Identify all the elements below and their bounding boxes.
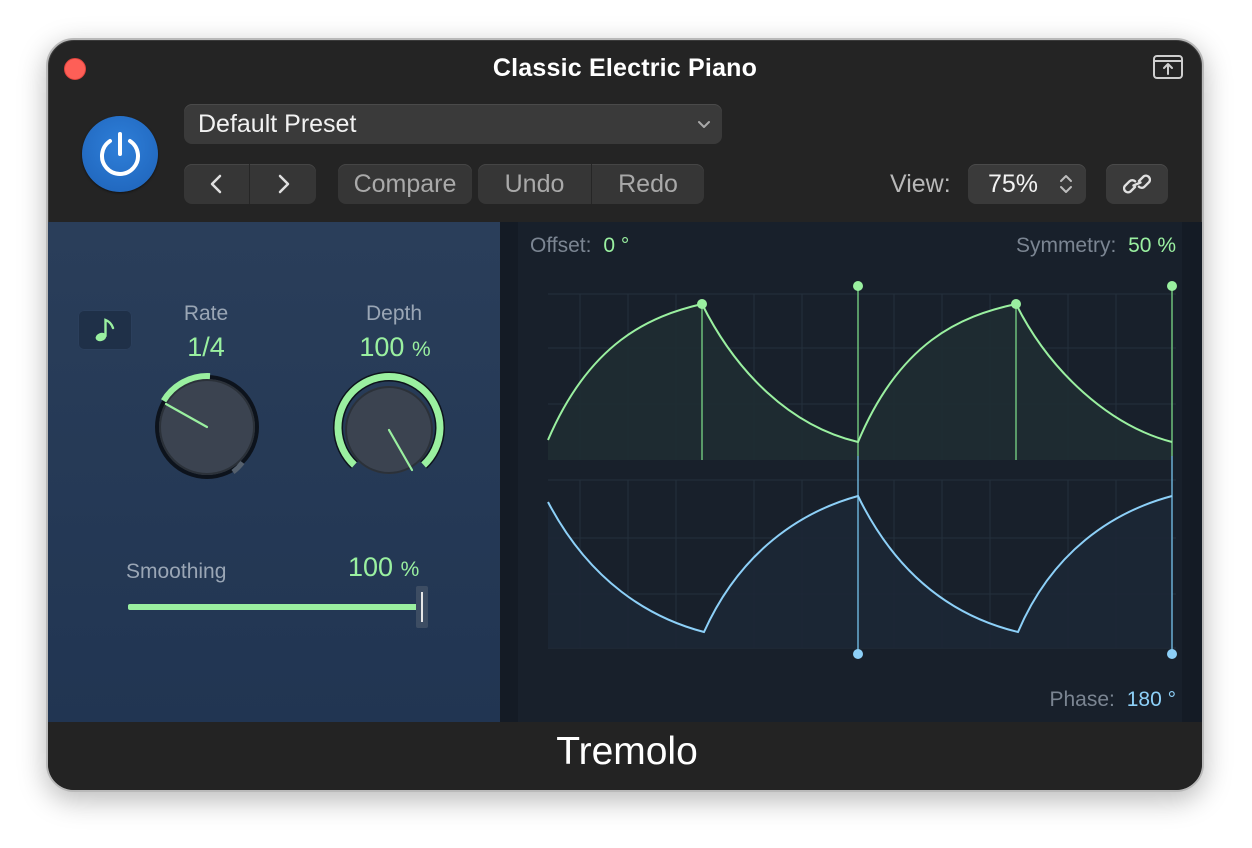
- rate-label: Rate: [183, 302, 229, 325]
- preset-dropdown[interactable]: Default Preset: [184, 104, 722, 144]
- symmetry-readout[interactable]: Symmetry: 50 %: [1016, 234, 1176, 258]
- offset-readout[interactable]: Offset: 0 °: [530, 234, 629, 258]
- view-label: View:: [890, 170, 951, 198]
- smoothing-label: Smoothing: [126, 560, 227, 583]
- depth-knob[interactable]: [324, 364, 454, 494]
- chevron-left-icon: [210, 174, 222, 194]
- rate-knob[interactable]: [142, 362, 272, 492]
- link-button[interactable]: [1106, 164, 1168, 204]
- stepper-icon: [1060, 175, 1072, 193]
- tempo-sync-button[interactable]: [78, 310, 132, 350]
- window-title: Classic Electric Piano: [492, 54, 758, 82]
- power-icon: [100, 132, 140, 176]
- power-button[interactable]: [82, 116, 158, 192]
- depth-value-display: 100 %: [334, 332, 456, 363]
- depth-unit: %: [411, 338, 431, 361]
- chevron-down-icon: [698, 121, 710, 128]
- offset-value: 0 °: [603, 234, 630, 257]
- chevron-right-icon: [278, 174, 290, 194]
- plugin-window: Classic Electric Piano Default Preset Co…: [46, 38, 1204, 792]
- symmetry-label: Symmetry:: [1015, 234, 1117, 257]
- phase-value: 180 °: [1126, 688, 1176, 711]
- view-zoom-select[interactable]: 75%: [968, 164, 1086, 204]
- music-note-icon: [95, 318, 115, 342]
- depth-label: Depth: [365, 302, 423, 325]
- depth-value: 100: [359, 332, 405, 362]
- offset-label: Offset:: [530, 234, 592, 257]
- smoothing-slider[interactable]: [128, 584, 430, 630]
- float-window-icon[interactable]: [1152, 54, 1184, 80]
- phase-label: Phase:: [1049, 688, 1115, 711]
- plugin-name-footer: Tremolo: [48, 722, 1202, 790]
- next-preset-button[interactable]: [250, 164, 316, 204]
- waveform-display[interactable]: Offset: 0 ° Symmetry: 50 % Phase: 180 °: [500, 222, 1202, 722]
- smoothing-unit: %: [400, 558, 420, 581]
- previous-preset-button[interactable]: [184, 164, 250, 204]
- waveform-graph: [518, 222, 1182, 722]
- smoothing-value: 100: [348, 552, 394, 582]
- redo-button[interactable]: Redo: [592, 164, 704, 204]
- tremolo-controls-panel: Rate 1/4 Depth 100 % Smoothing 100 %: [48, 222, 500, 722]
- undo-button[interactable]: Undo: [478, 164, 592, 204]
- phase-readout[interactable]: Phase: 180 °: [1049, 688, 1176, 712]
- preset-name: Default Preset: [198, 110, 357, 138]
- smoothing-value-display: 100 %: [348, 552, 419, 583]
- view-zoom-value: 75%: [988, 170, 1039, 198]
- symmetry-value: 50 %: [1128, 234, 1176, 257]
- rate-value: 1/4: [187, 332, 225, 362]
- compare-button[interactable]: Compare: [338, 164, 472, 204]
- link-icon: [1123, 174, 1151, 194]
